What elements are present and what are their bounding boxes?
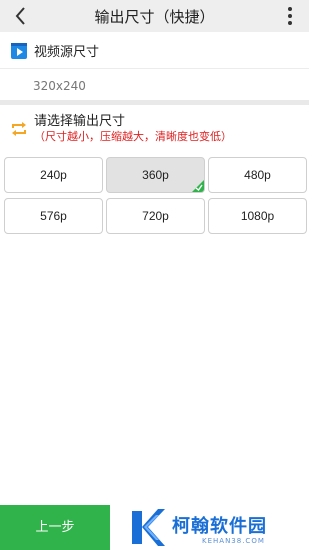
watermark: 柯翰软件园 KEHAN38.COM [128, 505, 309, 550]
video-play-icon [11, 43, 27, 59]
size-option-720p[interactable]: 720p [106, 198, 205, 234]
size-option-label: 360p [142, 168, 169, 182]
size-option-576p[interactable]: 576p [4, 198, 103, 234]
divider [0, 68, 309, 69]
bottom-bar: 上一步 柯翰软件园 KEHAN38.COM [0, 505, 309, 550]
source-size-section: 视频源尺寸 320x240 [0, 32, 309, 102]
watermark-url: KEHAN38.COM [202, 537, 265, 545]
size-option-1080p[interactable]: 1080p [208, 198, 307, 234]
source-size-label: 视频源尺寸 [34, 45, 100, 60]
previous-step-button[interactable]: 上一步 [0, 505, 110, 550]
swap-arrows-icon [12, 122, 26, 136]
check-icon [192, 180, 204, 192]
size-option-480p[interactable]: 480p [208, 157, 307, 193]
more-vertical-icon[interactable] [287, 6, 293, 26]
page-title: 输出尺寸（快捷） [94, 8, 215, 26]
app-header: 输出尺寸（快捷） [0, 0, 309, 32]
output-size-label: 请选择输出尺寸 [34, 114, 126, 129]
output-size-hint: （尺寸越小，压缩越大，清晰度也变低） [34, 130, 232, 143]
size-option-240p[interactable]: 240p [4, 157, 103, 193]
source-size-value: 320x240 [33, 79, 86, 93]
output-size-section: 请选择输出尺寸 （尺寸越小，压缩越大，清晰度也变低） [0, 105, 309, 153]
kehan-logo-icon [132, 509, 165, 546]
size-options-grid: 240p 360p 480p 576p 720p 1080p [4, 157, 307, 235]
size-option-360p[interactable]: 360p [106, 157, 205, 193]
watermark-name: 柯翰软件园 [172, 516, 267, 537]
